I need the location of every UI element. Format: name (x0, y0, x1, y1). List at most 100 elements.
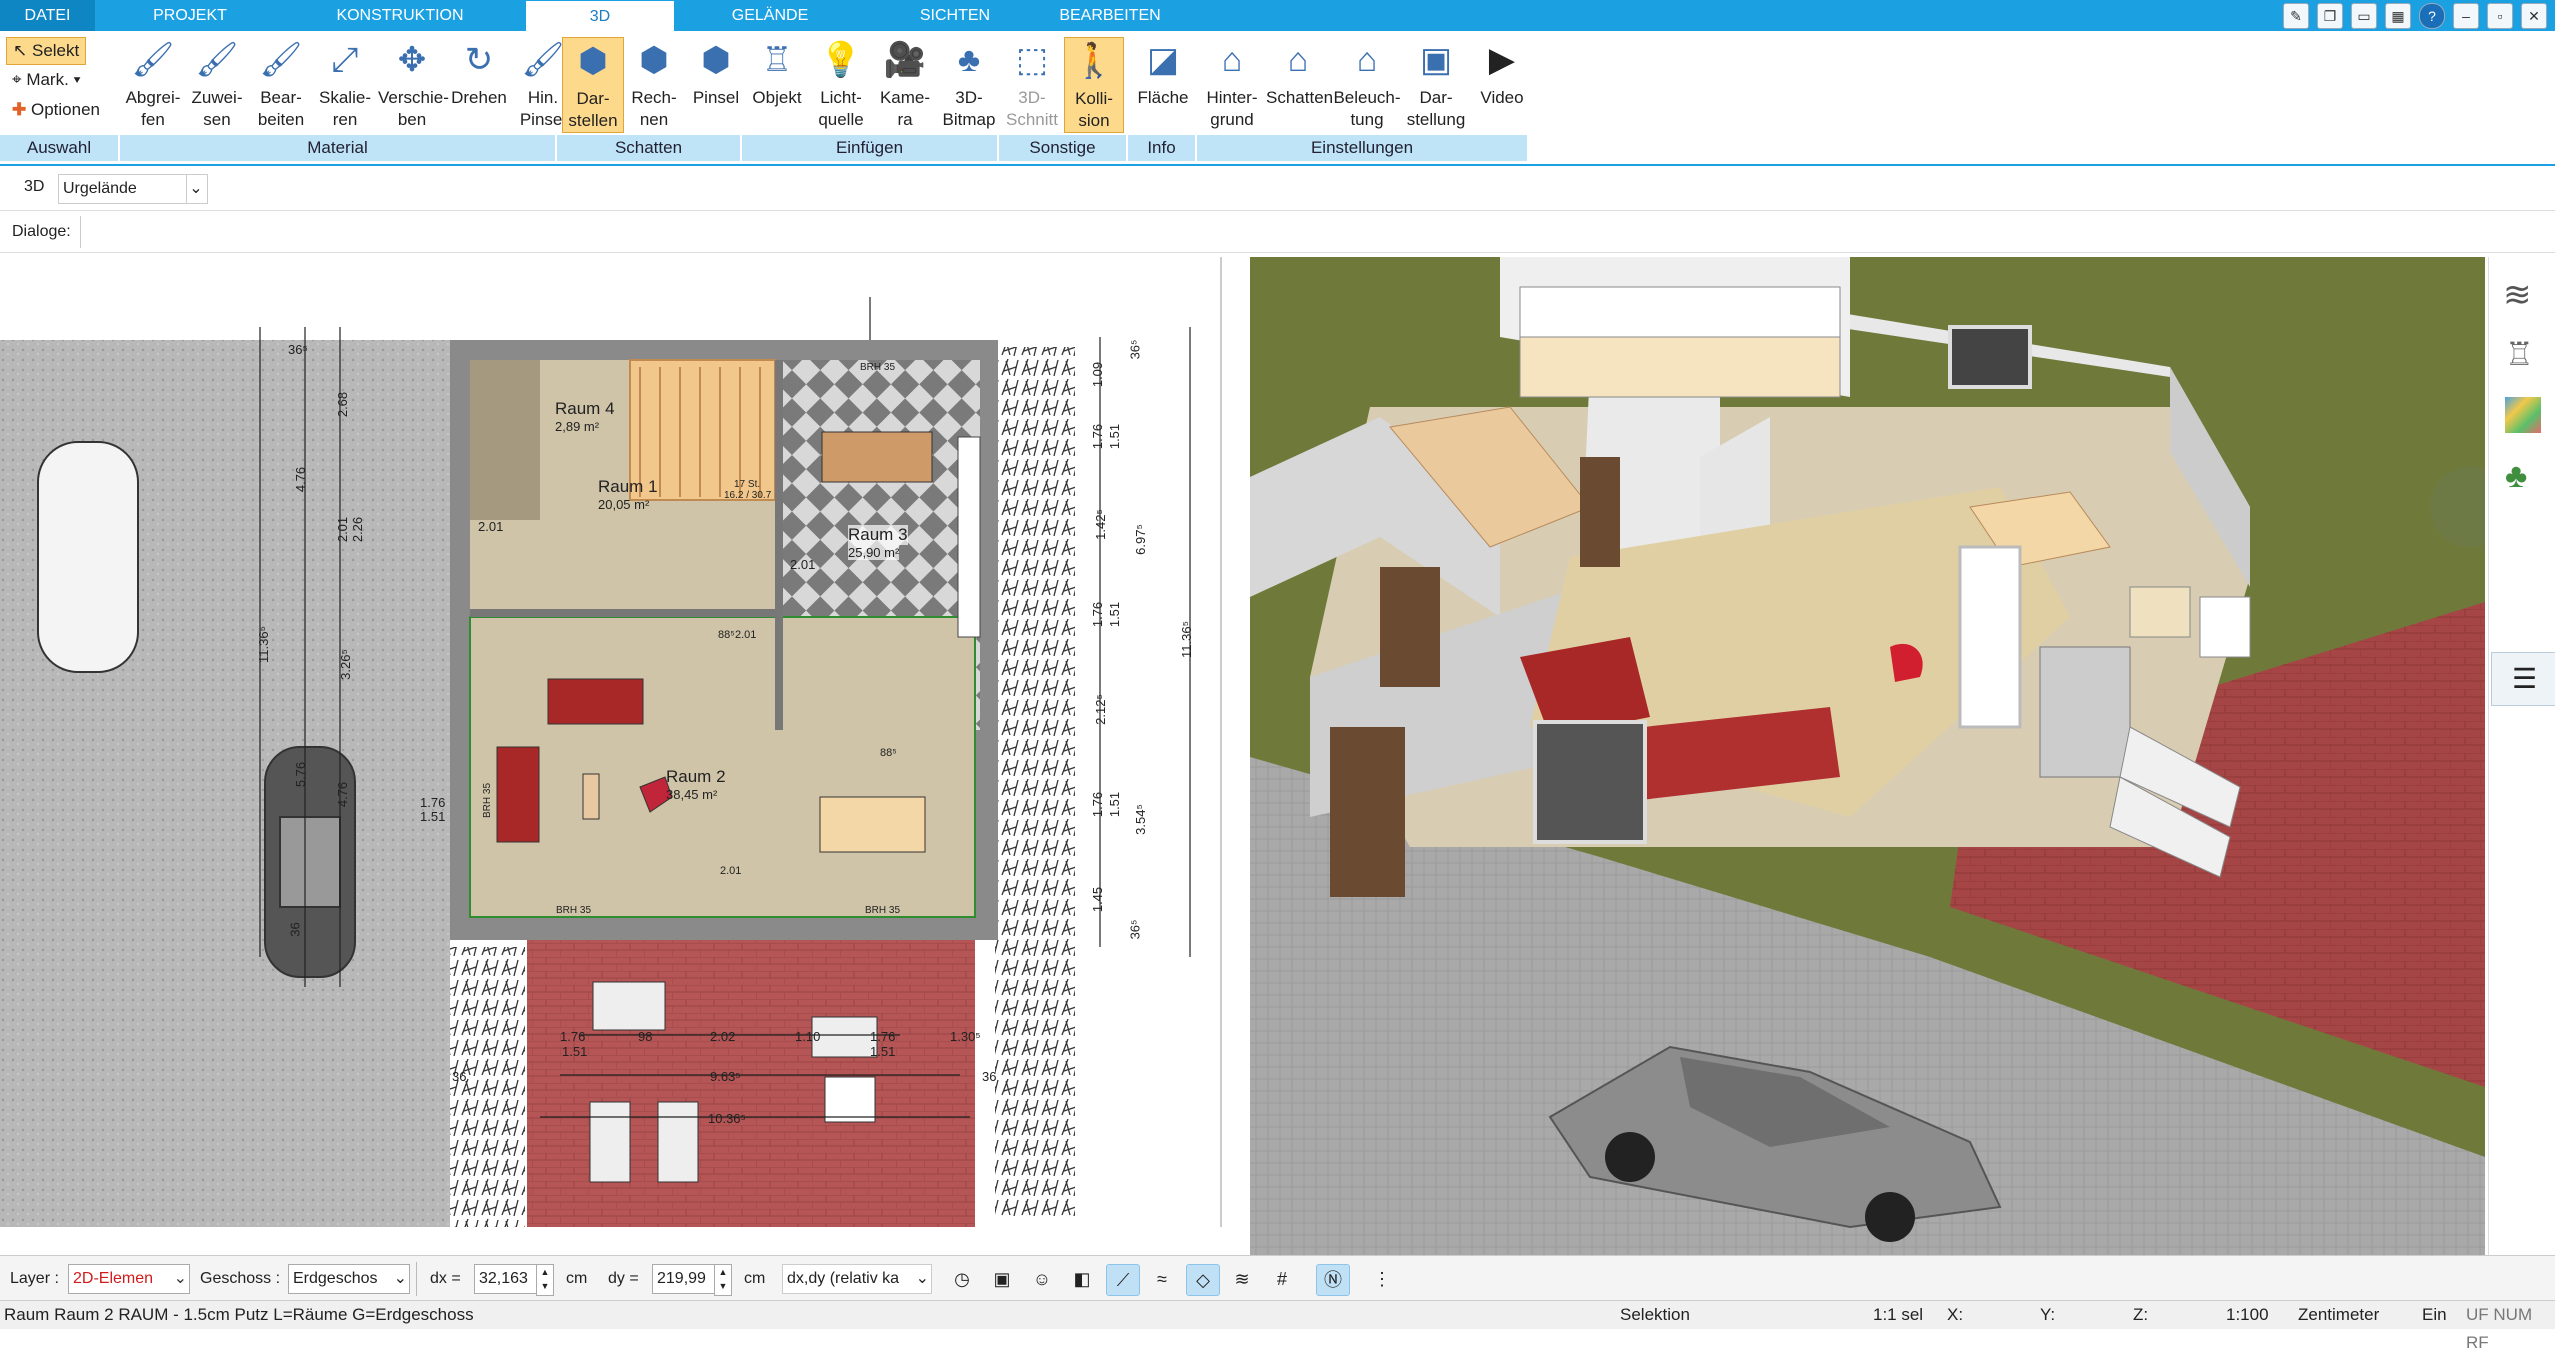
tab-gelaende[interactable]: GELÄNDE (700, 0, 840, 31)
drehen-button[interactable]: ↻ Drehen (448, 37, 510, 109)
mark-button[interactable]: ⌖ Mark. ▾ (6, 67, 87, 93)
group-einstellungen: Einstellungen (1197, 135, 1529, 161)
tree-icon[interactable]: ♣ (2505, 457, 2527, 496)
monitor-icon[interactable]: ▣ (986, 1264, 1018, 1294)
menu-bar: DATEI PROJEKT KONSTRUKTION 3D GELÄNDE SI… (0, 0, 2555, 32)
dy-stepper[interactable]: ▲ ▼ (714, 1264, 732, 1296)
zuweisen-button[interactable]: 🖌 Zuwei- sen (186, 37, 248, 131)
dx-stepper[interactable]: ▲ ▼ (536, 1264, 554, 1296)
chevron-down-icon: ⌄ (393, 1270, 407, 1287)
group-info: Info (1128, 135, 1197, 161)
kamera-button[interactable]: 🎥 Kame- ra (874, 37, 936, 131)
clock-icon[interactable]: ◷ (946, 1264, 978, 1294)
kollision-button[interactable]: 🚶 Kolli- sion (1064, 37, 1124, 133)
layer-select[interactable]: 2D-Elemen ⌄ (68, 1264, 190, 1294)
dimension-label: 1.51 (1107, 423, 1123, 450)
abgreifen-button[interactable]: 🖌 Abgrei- fen (122, 37, 184, 131)
dy-unit: cm (744, 1270, 766, 1287)
dy-input[interactable]: 219,99 (652, 1264, 718, 1294)
3d-bitmap-button[interactable]: ♣ 3D- Bitmap (938, 37, 1000, 131)
ribbon-button-label: Beleuch- tung (1333, 88, 1401, 129)
chair-icon[interactable]: ♖ (2505, 335, 2534, 373)
terrain-select[interactable]: Urgelände ⌄ (58, 174, 208, 204)
geschoss-select[interactable]: Erdgeschos ⌄ (288, 1264, 410, 1294)
rechnen-button[interactable]: ⬢ Rech- nen (624, 37, 684, 131)
dimension-label: 1.51 (562, 1044, 588, 1059)
cursor-icon: ↖ (13, 41, 28, 60)
dimension-label: 1.45 (1090, 886, 1106, 913)
beleuchtung-button[interactable]: ⌂ Beleuch- tung (1332, 37, 1402, 131)
dimension-label: 3.26⁵ (337, 649, 353, 680)
dimension-label: 1.42⁵ (1092, 509, 1108, 540)
coordinate-mode-select[interactable]: dx,dy (relativ ka ⌄ (782, 1264, 932, 1294)
video-button[interactable]: ▶ Video (1470, 37, 1534, 109)
option-bar: 3D Urgelände ⌄ (0, 166, 2555, 211)
tab-3d[interactable]: 3D (525, 0, 675, 32)
maximize-icon[interactable]: ▫ (2487, 3, 2513, 29)
dimension-label: 1.76 (1090, 601, 1106, 628)
3d-schnitt-icon: ⬚ (1015, 41, 1049, 79)
tab-datei[interactable]: DATEI (0, 0, 95, 31)
close-icon[interactable]: ✕ (2521, 3, 2547, 29)
tools-icon[interactable]: ✎ (2283, 3, 2309, 29)
materials-icon[interactable] (2505, 397, 2541, 433)
selekt-button[interactable]: ↖ Selekt (6, 37, 87, 65)
ribbon-button-label: Zuwei- sen (191, 88, 243, 129)
dimension-label: 1.51 (1107, 601, 1123, 628)
more-icon[interactable]: ⋮ (1366, 1264, 1398, 1294)
window-icon[interactable]: ▭ (2351, 3, 2377, 29)
ribbon-button-label: Skalie- ren (319, 88, 371, 129)
user-icon[interactable]: ☺ (1026, 1264, 1058, 1294)
viewport-3d[interactable] (1250, 257, 2485, 1255)
verschieben-button[interactable]: ✥ Verschie- ben (378, 37, 449, 131)
objekt-button[interactable]: ♖ Objekt (746, 37, 808, 109)
dx-input[interactable]: 32,163 (474, 1264, 540, 1294)
pinsel-button[interactable]: ⬢ Pinsel (686, 37, 746, 109)
skalieren-button[interactable]: ⤢ Skalie- ren (314, 37, 376, 131)
hintergrund-button[interactable]: ⌂ Hinter- grund (1200, 37, 1264, 131)
flaeche-button[interactable]: ◪ Fläche (1132, 37, 1194, 109)
schatten-einst-button[interactable]: ⌂ Schatten (1266, 37, 1334, 109)
dimension-label: 1.76 (420, 795, 446, 810)
dimension-label: 1.76 (870, 1029, 896, 1044)
ribbon-button-label: Objekt (752, 88, 802, 107)
grid-icon[interactable]: ▦ (2385, 3, 2411, 29)
plane-icon[interactable]: ◇ (1186, 1264, 1220, 1296)
dimension-label: 4.76 (293, 466, 309, 493)
help-icon[interactable]: ? (2419, 3, 2445, 29)
cube-icon[interactable]: ◧ (1066, 1264, 1098, 1294)
tab-sichten[interactable]: SICHTEN (885, 0, 1025, 31)
layers-small-icon[interactable]: ≋ (1226, 1264, 1258, 1294)
snap-multi-icon[interactable]: ≈ (1146, 1264, 1178, 1294)
darstellen-button[interactable]: ⬢ Dar- stellen (562, 37, 624, 133)
grid-icon[interactable]: # (1266, 1264, 1298, 1294)
layers-icon[interactable]: ≋ (2503, 275, 2532, 315)
tab-projekt[interactable]: PROJEKT (120, 0, 260, 31)
floor-plan-2d[interactable]: Raum 4 2,89 m² Raum 1 20,05 m² Raum 3 25… (0, 257, 1222, 1227)
lichtquelle-button[interactable]: 💡 Licht- quelle (810, 37, 872, 131)
north-icon[interactable]: Ⓝ (1316, 1264, 1350, 1296)
snap-line-icon[interactable]: ⟋ (1106, 1264, 1140, 1296)
ribbon-button-label: Schatten (1266, 88, 1334, 107)
menu-icon[interactable]: ☰ (2491, 652, 2555, 706)
dimension-label: 1.51 (420, 809, 446, 824)
layer-label: Layer : (10, 1270, 59, 1287)
ribbon-button-label: 3D- Bitmap (942, 88, 996, 129)
optionen-button[interactable]: ✚ Optionen (6, 97, 106, 123)
status-x: X: (1947, 1305, 1964, 1324)
3d-schnitt-button[interactable]: ⬚ 3D- Schnitt (1002, 37, 1062, 131)
status-z: Z: (2133, 1305, 2149, 1324)
dy-label: dy = (608, 1270, 639, 1287)
bearbeiten-button[interactable]: 🖌 Bear- beiten (250, 37, 312, 131)
tab-bearbeiten[interactable]: BEARBEITEN (1040, 0, 1180, 31)
kollision-icon: 🚶 (1072, 42, 1116, 80)
ribbon-button-label: Abgrei- fen (125, 88, 181, 129)
dimension-label: 1.30⁵ (950, 1029, 981, 1044)
minimize-icon[interactable]: – (2453, 3, 2479, 29)
tab-konstruktion[interactable]: KONSTRUKTION (300, 0, 500, 31)
dimension-label: 10.36⁵ (708, 1111, 746, 1126)
restore-small-icon[interactable]: ❐ (2317, 3, 2343, 29)
status-bar: Raum Raum 2 RAUM - 1.5cm Putz L=Räume G=… (0, 1300, 2555, 1352)
darstellung-button[interactable]: ▣ Dar- stellung (1404, 37, 1468, 131)
chevron-down-icon: ⌄ (173, 1270, 187, 1287)
